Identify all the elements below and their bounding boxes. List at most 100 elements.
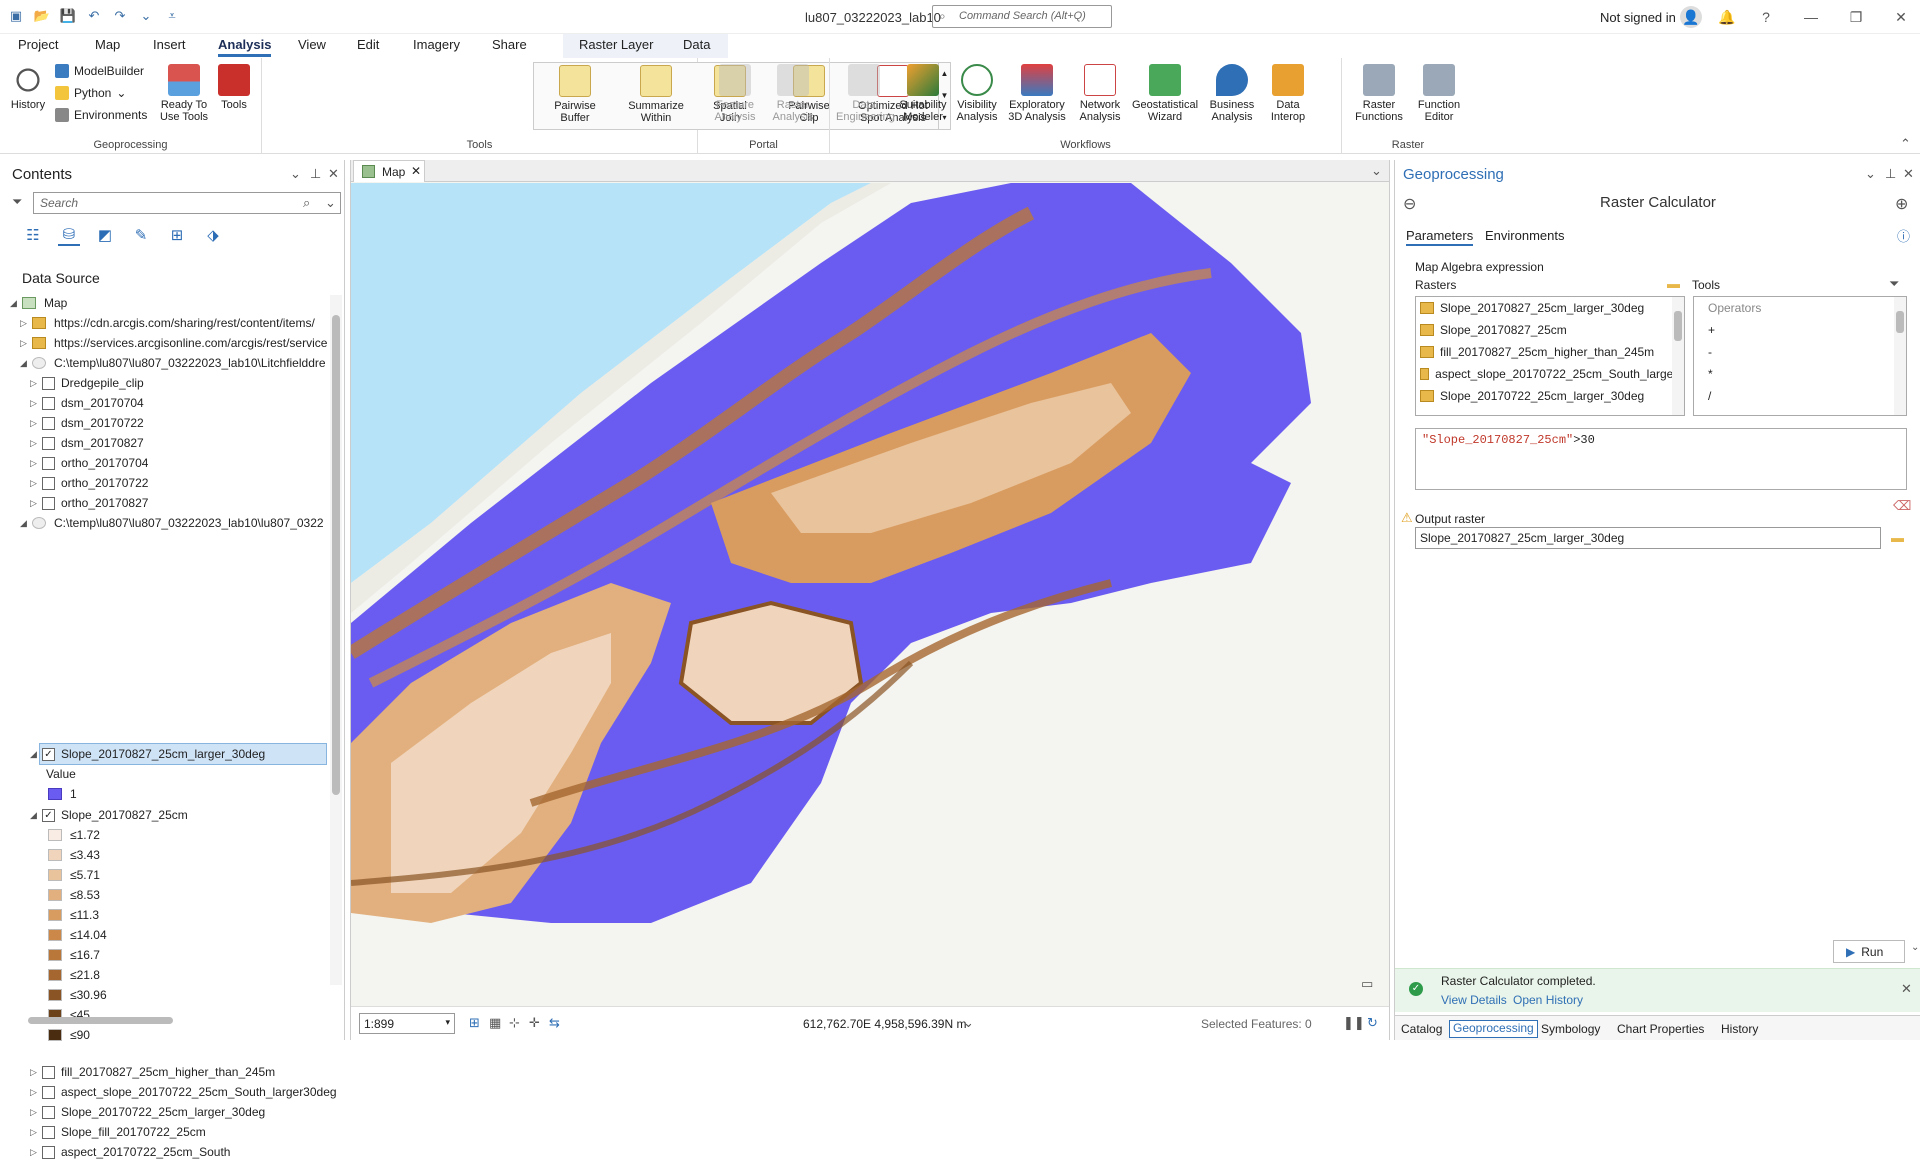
tab-map[interactable]: Map [95,37,120,52]
restore-icon[interactable]: ❐ [1845,6,1867,28]
tools-button[interactable]: Tools [214,64,254,111]
output-raster-field[interactable]: Slope_20170827_25cm_larger_30deg [1415,527,1881,549]
layer-checkbox[interactable] [42,1125,55,1139]
scroll-thumb[interactable] [1674,311,1682,341]
drawing-order-icon[interactable]: ☷ [22,224,44,246]
collapse-ribbon-icon[interactable]: ⌃ [1900,136,1911,152]
feature-analysis-button[interactable]: Feature Analysis [708,64,762,123]
layer-checkbox-checked[interactable]: ✓ [42,808,55,822]
tab-parameters[interactable]: Parameters [1406,228,1474,246]
operator-item[interactable]: + [1694,319,1906,341]
tab-environments[interactable]: Environments [1485,228,1564,243]
geostatistical-wizard-button[interactable]: Geostatistical Wizard [1128,64,1202,123]
tab-analysis[interactable]: Analysis [218,37,272,57]
close-icon[interactable]: ✕ [411,164,421,178]
layer-checkbox[interactable] [42,416,55,430]
business-analysis-button[interactable]: Business Analysis [1202,64,1262,123]
toc-source-1[interactable]: ▷ https://cdn.arcgis.com/sharing/rest/con… [20,313,328,333]
environments-button[interactable]: Environments [55,108,147,122]
network-analysis-button[interactable]: Network Analysis [1072,64,1128,123]
raster-functions-button[interactable]: Raster Functions [1348,64,1410,123]
fixed-zoom-icon[interactable]: ⊞ [469,1015,480,1031]
toc-layer[interactable]: ▷ Dredgepile_clip [30,373,144,393]
customize-icon[interactable]: ⩡ [162,6,182,26]
chevron-down-icon[interactable]: ⌄ [1911,942,1919,953]
contents-vertical-scrollbar[interactable] [330,295,342,985]
pairwise-buffer-button[interactable]: Pairwise Buffer [540,65,610,124]
collapse-icon[interactable]: ◢ [20,358,32,369]
chevron-down-icon[interactable]: ⌄ [963,1015,974,1031]
tab-catalog[interactable]: Catalog [1401,1022,1442,1036]
minimize-icon[interactable]: — [1800,6,1822,28]
visibility-analysis-button[interactable]: Visibility Analysis [952,64,1002,123]
tab-geoprocessing[interactable]: Geoprocessing [1449,1020,1538,1038]
raster-analysis-button[interactable]: Raster Analysis [766,64,820,123]
help-icon[interactable]: ⓘ [1897,226,1910,245]
toc-layer[interactable]: ▷ aspect_20170722_25cm_South [30,1142,230,1162]
toc-source-2[interactable]: ▷ https://services.arcgisonline.com/arcgi… [20,333,328,353]
expand-icon[interactable]: ▷ [30,458,42,469]
toc-map[interactable]: ◢ Map [10,293,67,313]
chevron-down-icon[interactable]: ⌄ [1865,166,1876,182]
toc-selected-layer[interactable]: ◢ ✓ Slope_20170827_25cm_larger_30deg [30,744,265,764]
expression-input[interactable]: "Slope_20170827_25cm">30 [1415,428,1907,490]
tab-imagery[interactable]: Imagery [413,37,460,52]
sign-in-status[interactable]: Not signed in [1600,10,1676,25]
constraint-icon[interactable]: ✛ [529,1015,540,1031]
toc-layer[interactable]: ▷ Slope_fill_20170722_25cm [30,1122,206,1142]
collapse-icon[interactable]: ◢ [10,298,22,309]
expand-icon[interactable]: ▷ [30,498,42,509]
expand-icon[interactable]: ▷ [30,1107,42,1118]
expand-icon[interactable]: ▷ [20,338,32,349]
layer-checkbox-checked[interactable]: ✓ [42,747,55,761]
tab-symbology[interactable]: Symbology [1541,1022,1600,1036]
layer-checkbox[interactable] [42,496,55,510]
scale-selector[interactable]: 1:899 ▾ [359,1013,455,1034]
run-button[interactable]: ▶ Run [1833,940,1905,963]
pin-icon[interactable]: ⊥ [1885,166,1896,182]
layer-checkbox[interactable] [42,1085,55,1099]
layer-checkbox[interactable] [42,1145,55,1159]
add-icon[interactable]: ⊕ [1895,194,1908,214]
bell-icon[interactable]: 🔔 [1716,6,1738,28]
open-icon[interactable]: 📂 [32,6,52,26]
command-search-input[interactable]: ⌕ Command Search (Alt+Q) [932,5,1112,28]
refresh-icon[interactable]: ↻ [1367,1015,1378,1031]
toc-layer[interactable]: ▷ ortho_20170704 [30,453,148,473]
layer-checkbox[interactable] [42,396,55,410]
tab-view[interactable]: View [298,37,326,52]
history-button[interactable]: History [6,64,50,111]
python-button[interactable]: Python ⌄ [55,86,126,100]
contents-horizontal-scrollbar[interactable] [10,1014,330,1026]
redo-icon[interactable]: ↷ [110,6,130,26]
pin-icon[interactable]: ⊥ [310,166,321,182]
view-details-link[interactable]: View Details [1441,993,1507,1007]
expand-icon[interactable]: ▷ [30,418,42,429]
function-editor-button[interactable]: Function Editor [1412,64,1466,123]
close-icon[interactable]: ✕ [1903,166,1914,182]
raster-item[interactable]: aspect_slope_20170722_25cm_South_larger3 [1416,363,1684,385]
layer-checkbox[interactable] [42,376,55,390]
tab-share[interactable]: Share [492,37,527,52]
toc-layer[interactable]: ▷ dsm_20170722 [30,413,144,433]
operator-item[interactable]: * [1694,363,1906,385]
tab-insert[interactable]: Insert [153,37,186,52]
operators-scrollbar[interactable] [1894,297,1906,415]
layer-checkbox[interactable] [42,1065,55,1079]
summarize-within-button[interactable]: Summarize Within [620,65,692,124]
expand-icon[interactable]: ▷ [20,318,32,329]
grid-icon[interactable]: ▦ [489,1015,501,1031]
selection-icon[interactable]: ◩ [94,224,116,246]
toc-layer[interactable]: ▷ dsm_20170827 [30,433,144,453]
expand-icon[interactable]: ▷ [30,478,42,489]
exploratory-3d-button[interactable]: Exploratory 3D Analysis [1002,64,1072,123]
expand-icon[interactable]: ▷ [30,1067,42,1078]
rasters-scrollbar[interactable] [1672,297,1684,415]
toc-layer[interactable]: ▷ ortho_20170722 [30,473,148,493]
expand-icon[interactable]: ▷ [30,378,42,389]
collapse-icon[interactable]: ◢ [30,749,42,760]
folder-icon[interactable]: ▬ [1667,276,1680,291]
close-icon[interactable]: ✕ [1901,981,1912,997]
toc-folder-1[interactable]: ◢ C:\temp\lu807\lu807_03222023_lab10\Litc… [20,353,328,373]
operator-item[interactable]: - [1694,341,1906,363]
